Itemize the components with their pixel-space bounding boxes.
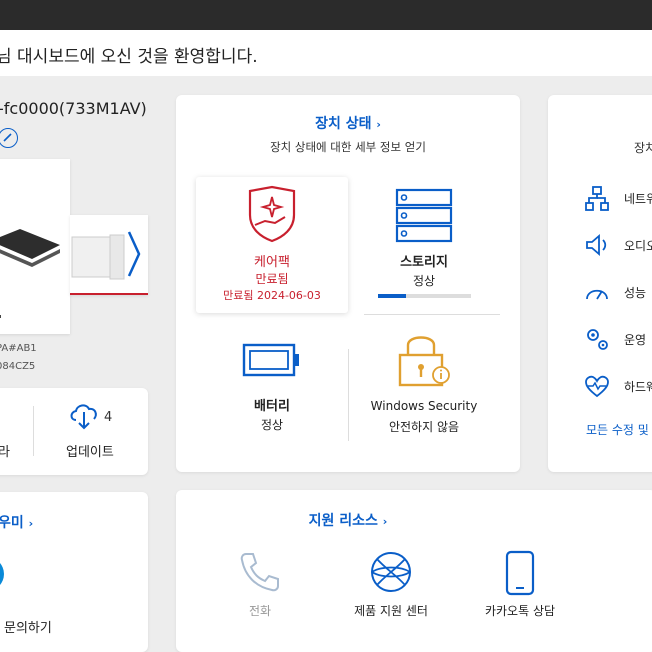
device-model: -fc0000(733M1AV) — [0, 99, 147, 118]
heart-pulse-icon — [585, 375, 609, 398]
help-title[interactable]: 우미 › — [0, 512, 33, 532]
laptop-image — [0, 229, 60, 267]
chevron-right-icon[interactable] — [126, 229, 142, 279]
right-panel-item-label: 하드웨 — [624, 380, 652, 394]
product-support-label: 제품 지원 센터 — [354, 604, 428, 618]
help-card: 우미 › 문의하기 — [0, 492, 148, 652]
title-bar — [0, 0, 652, 30]
device-image-panel — [0, 159, 70, 334]
speaker-icon — [586, 234, 607, 256]
gears-icon — [587, 329, 608, 350]
divider-vertical — [348, 349, 349, 441]
battery-icon — [242, 343, 299, 377]
support-card: 지원 리소스 › 전화 제품 지원 센터 카카오톡 상담 — [176, 490, 652, 652]
storage-usage-fill — [378, 294, 406, 298]
device-image-thumb[interactable] — [70, 215, 148, 295]
mobile-icon — [505, 550, 535, 596]
welcome-banner: 님 대시보드에 오신 것을 환영합니다. — [0, 30, 652, 76]
right-panel-item[interactable]: 하드웨 — [584, 373, 652, 399]
shield-hand-icon — [248, 185, 296, 243]
right-panel-item-label: 운영 — [624, 333, 647, 347]
battery-status: 정상 — [260, 418, 284, 432]
carepack-name: 케어팩 — [254, 255, 290, 270]
right-panel-item-label: 성능 — [624, 286, 647, 300]
battery-tile[interactable]: 배터리 정상 — [196, 335, 348, 455]
support-title[interactable]: 지원 리소스 › — [176, 510, 520, 530]
storage-icon — [395, 188, 453, 243]
right-panel-card: 장치 네트워오디오성능운영하드웨 모든 수정 및 — [548, 95, 652, 472]
product-support-item[interactable]: 제품 지원 센터 — [336, 548, 446, 628]
security-status: 안전하지 않음 — [388, 420, 460, 434]
device-status-subtitle: 장치 상태에 대한 세부 정보 얻기 — [270, 140, 426, 154]
security-name: Windows Security — [370, 399, 478, 413]
contact-label[interactable]: 문의하기 — [4, 617, 52, 636]
right-panel-item[interactable]: 네트워 — [584, 185, 652, 211]
phone-item[interactable]: 전화 — [218, 548, 302, 628]
right-panel-item[interactable]: 오디오 — [584, 232, 652, 258]
battery-name: 배터리 — [254, 399, 290, 414]
cloud-download-icon[interactable] — [68, 400, 100, 430]
updates-label[interactable]: 업데이트 — [66, 441, 114, 460]
phone-icon — [240, 553, 279, 592]
carepack-date: 만료됨 2024-06-03 — [223, 289, 321, 302]
carousel-dot — [0, 315, 1, 318]
globe-icon — [371, 552, 411, 592]
right-panel-item-label: 네트워 — [624, 192, 652, 206]
updates-card: 라 4 업데이트 — [0, 388, 148, 475]
all-fixes-link[interactable]: 모든 수정 및 — [586, 421, 649, 438]
network-icon — [585, 186, 609, 211]
sku-line-1: PA#AB1 — [0, 343, 37, 354]
right-panel-item-label: 오디오 — [624, 239, 652, 253]
kakaotalk-label: 카카오톡 상담 — [484, 604, 556, 618]
storage-usage-bar — [378, 294, 471, 298]
divider — [33, 406, 34, 456]
security-tile[interactable]: Windows Security 안전하지 않음 — [364, 327, 500, 455]
carepack-status: 만료됨 — [255, 272, 289, 286]
storage-name: 스토리지 — [400, 255, 448, 270]
right-panel-item[interactable]: 운영 — [584, 326, 652, 352]
device-card: -fc0000(733M1AV) PA#AB1 084CZ5 — [0, 95, 158, 380]
lock-warning-icon — [398, 336, 450, 387]
right-panel-header: 장치 — [634, 141, 652, 155]
device-status-card: 장치 상태 › 장치 상태에 대한 세부 정보 얻기 케어팩 만료됨 만료됨 2… — [176, 95, 520, 472]
partial-label: 라 — [0, 445, 10, 460]
device-status-title[interactable]: 장치 상태 › — [176, 113, 520, 133]
welcome-text: 님 대시보드에 오신 것을 환영합니다. — [0, 47, 258, 67]
updates-count: 4 — [104, 410, 113, 425]
storage-tile[interactable]: 스토리지 정상 — [364, 177, 500, 313]
phone-label: 전화 — [248, 604, 272, 618]
carepack-tile[interactable]: 케어팩 만료됨 만료됨 2024-06-03 — [196, 177, 348, 313]
sku-line-2: 084CZ5 — [0, 361, 36, 372]
divider-horizontal — [364, 314, 500, 315]
kakaotalk-item[interactable]: 카카오톡 상담 — [470, 548, 570, 628]
right-panel-item[interactable]: 성능 — [584, 279, 652, 305]
edit-icon[interactable] — [0, 128, 18, 148]
storage-status: 정상 — [412, 274, 436, 288]
help-avatar-icon — [0, 557, 4, 591]
gauge-icon — [586, 289, 608, 300]
